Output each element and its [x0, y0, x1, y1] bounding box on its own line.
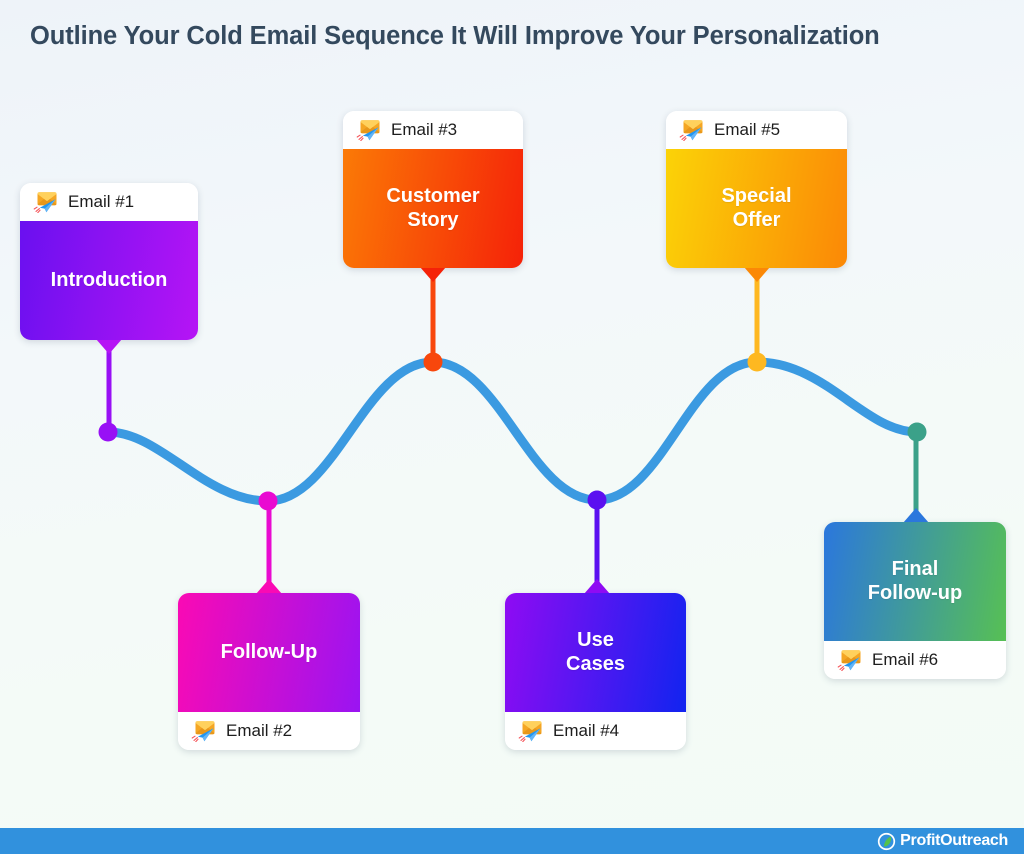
wave-node-node-6[interactable] [907, 422, 927, 442]
email-card-3[interactable]: Email #3 Customer Story [343, 111, 523, 282]
card-label-text-3: Email #3 [391, 120, 458, 139]
card-title-5: Special Offer [721, 184, 792, 231]
email-plane-icon [33, 191, 59, 213]
email-plane-icon [191, 721, 215, 742]
email-card-5[interactable]: Email #5 Special Offer [666, 111, 847, 282]
wave-node-node-2[interactable] [258, 491, 278, 511]
card-body-4: Use Cases [505, 593, 686, 712]
card-title-2: Follow-Up [220, 640, 318, 663]
card-label-2: Email #2 [178, 712, 360, 750]
footer-bar: ProfitOutreach [0, 828, 1024, 854]
email-card-6[interactable]: Final Follow-up Email #6 [824, 508, 1006, 679]
wave-node-node-5[interactable] [747, 352, 767, 372]
profitoutreach-leaf-logo-icon [878, 832, 896, 850]
card-label-text-4: Email #4 [553, 721, 620, 740]
email-plane-icon [518, 720, 544, 742]
card-label-text-2: Email #2 [226, 721, 293, 740]
card-notch-icon [96, 339, 122, 354]
card-title-1: Introduction [50, 268, 168, 291]
card-notch-5 [744, 267, 770, 282]
email-plane-icon [191, 720, 217, 742]
card-notch-4 [584, 579, 610, 594]
card-body-2: Follow-Up [178, 593, 360, 712]
sequence-wave-path [103, 357, 922, 506]
email-plane-icon [356, 119, 382, 141]
email-plane-icon [679, 119, 705, 141]
card-body-5: Special Offer [666, 149, 847, 268]
card-label-6: Email #6 [824, 641, 1006, 679]
card-notch-3 [420, 267, 446, 282]
card-notch-icon [420, 267, 446, 282]
wave-node-node-4[interactable] [587, 490, 607, 510]
email-card-4[interactable]: Use Cases Email #4 [505, 579, 686, 750]
card-label-1: Email #1 [20, 183, 198, 221]
card-notch-icon [744, 267, 770, 282]
email-card-2[interactable]: Follow-Up Email #2 [178, 579, 360, 750]
card-label-5: Email #5 [666, 111, 847, 149]
wave-node-node-1[interactable] [98, 422, 118, 442]
card-label-text-1: Email #1 [68, 192, 135, 211]
card-notch-6 [903, 508, 929, 523]
email-plane-icon [33, 192, 57, 213]
brand-logo: ProfitOutreach [877, 832, 1008, 851]
email-card-1[interactable]: Email #1 Introduction [20, 183, 198, 354]
card-label-text-6: Email #6 [872, 650, 939, 669]
email-plane-icon [356, 120, 380, 141]
card-notch-icon [584, 579, 610, 594]
card-body-6: Final Follow-up [824, 522, 1006, 641]
card-title-3: Customer Story [386, 184, 480, 231]
card-body-3: Customer Story [343, 149, 523, 268]
card-notch-1 [96, 339, 122, 354]
card-label-3: Email #3 [343, 111, 523, 149]
wave-node-node-3[interactable] [423, 352, 443, 372]
card-label-4: Email #4 [505, 712, 686, 750]
email-plane-icon [837, 650, 861, 671]
diagram-stage: Email #1 Introduction Follow-Up Email #2 … [0, 0, 1024, 828]
card-notch-icon [903, 508, 929, 523]
card-label-text-5: Email #5 [714, 120, 781, 139]
card-body-1: Introduction [20, 221, 198, 340]
brand-name: ProfitOutreach [900, 832, 1008, 849]
card-title-4: Use Cases [566, 628, 625, 675]
card-title-6: Final Follow-up [867, 557, 963, 604]
card-notch-icon [256, 579, 282, 594]
email-plane-icon [837, 649, 863, 671]
card-notch-2 [256, 579, 282, 594]
email-plane-icon [518, 721, 542, 742]
email-plane-icon [679, 120, 703, 141]
